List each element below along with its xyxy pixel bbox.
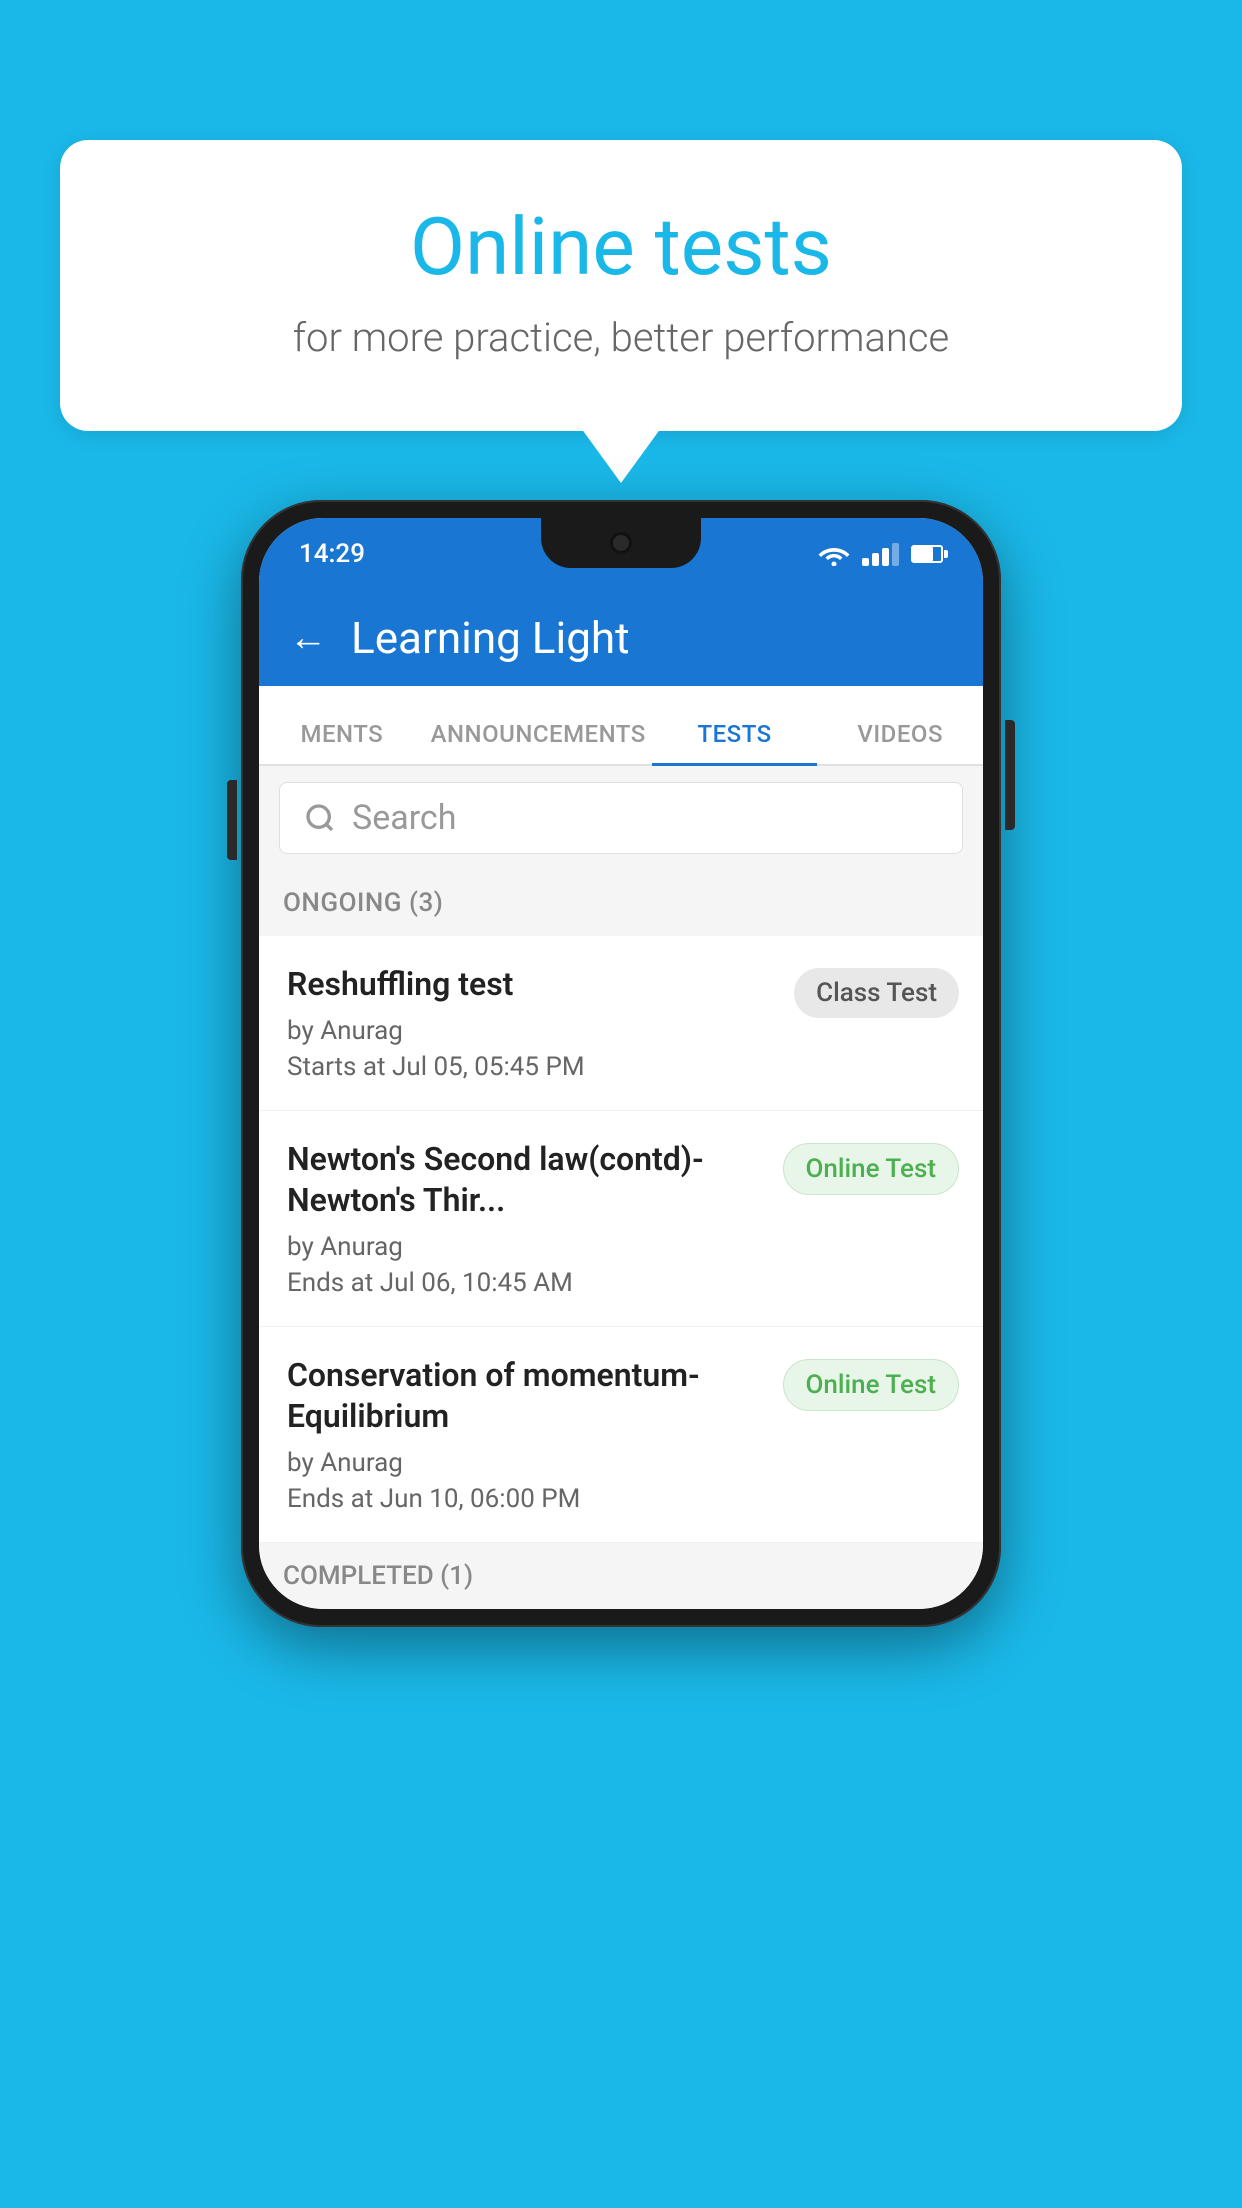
notch: [541, 518, 701, 568]
ongoing-section-header: ONGOING (3): [259, 870, 983, 936]
tab-tests[interactable]: TESTS: [652, 720, 818, 764]
test-info-1: Reshuffling test by Anurag Starts at Jul…: [287, 964, 774, 1082]
test-item-2[interactable]: Newton's Second law(contd)-Newton's Thir…: [259, 1111, 983, 1327]
search-box[interactable]: Search: [279, 782, 963, 854]
search-icon: [304, 802, 336, 834]
test-info-3: Conservation of momentum-Equilibrium by …: [287, 1355, 763, 1514]
test-name-2: Newton's Second law(contd)-Newton's Thir…: [287, 1139, 763, 1222]
camera: [610, 532, 632, 554]
phone-mockup: 14:29: [241, 500, 1001, 1627]
test-author-3: by Anurag: [287, 1448, 763, 1478]
tabs-bar: MENTS ANNOUNCEMENTS TESTS VIDEOS: [259, 686, 983, 766]
speech-bubble: Online tests for more practice, better p…: [60, 140, 1182, 431]
test-badge-1: Class Test: [794, 968, 959, 1018]
search-container: Search: [259, 766, 983, 870]
status-time: 14:29: [299, 539, 365, 569]
tab-videos[interactable]: VIDEOS: [817, 720, 983, 764]
test-item-3[interactable]: Conservation of momentum-Equilibrium by …: [259, 1327, 983, 1543]
test-author-2: by Anurag: [287, 1232, 763, 1262]
signal-icon: [862, 543, 899, 566]
test-time-1: Starts at Jul 05, 05:45 PM: [287, 1052, 774, 1082]
test-info-2: Newton's Second law(contd)-Newton's Thir…: [287, 1139, 763, 1298]
test-badge-3: Online Test: [783, 1359, 960, 1411]
test-name-3: Conservation of momentum-Equilibrium: [287, 1355, 763, 1438]
test-time-3: Ends at Jun 10, 06:00 PM: [287, 1484, 763, 1514]
promo-title: Online tests: [140, 200, 1102, 294]
app-header: ← Learning Light: [259, 590, 983, 686]
app-title: Learning Light: [351, 612, 630, 664]
promo-section: Online tests for more practice, better p…: [60, 140, 1182, 431]
test-author-1: by Anurag: [287, 1016, 774, 1046]
wifi-icon: [818, 542, 850, 566]
test-item-1[interactable]: Reshuffling test by Anurag Starts at Jul…: [259, 936, 983, 1111]
tab-ments[interactable]: MENTS: [259, 720, 425, 764]
search-placeholder: Search: [352, 798, 456, 838]
test-time-2: Ends at Jul 06, 10:45 AM: [287, 1268, 763, 1298]
phone-outer: 14:29: [241, 500, 1001, 1627]
completed-section-header: COMPLETED (1): [259, 1543, 983, 1609]
back-button[interactable]: ←: [289, 619, 327, 657]
phone-screen: 14:29: [259, 518, 983, 1609]
promo-subtitle: for more practice, better performance: [140, 314, 1102, 361]
test-badge-2: Online Test: [783, 1143, 960, 1195]
tab-announcements[interactable]: ANNOUNCEMENTS: [425, 720, 652, 764]
battery-icon: [911, 545, 943, 563]
test-name-1: Reshuffling test: [287, 964, 774, 1006]
status-bar: 14:29: [259, 518, 983, 590]
status-icons: [818, 542, 943, 566]
